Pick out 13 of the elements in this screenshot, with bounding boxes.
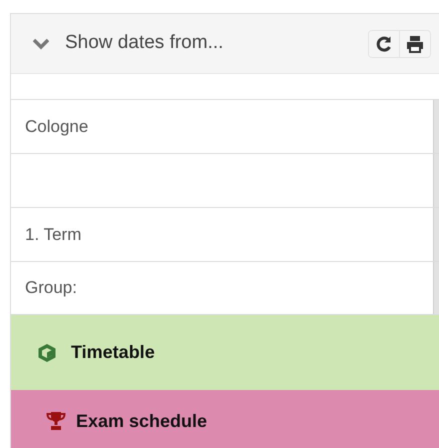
trophy-icon: [46, 411, 66, 431]
select-field[interactable]: Group:: [11, 261, 439, 315]
chevron-down-icon[interactable]: [33, 38, 49, 50]
select-field[interactable]: [11, 153, 439, 207]
print-button[interactable]: [399, 30, 430, 56]
refresh-icon: [375, 34, 393, 52]
cube-icon: [37, 342, 57, 362]
panel-title: Show dates from...: [65, 31, 224, 56]
menu-link[interactable]: Exam schedule: [11, 390, 439, 448]
select-field[interactable]: Cologne: [11, 99, 439, 153]
print-icon: [406, 34, 424, 52]
select-field[interactable]: 1. Term: [11, 207, 439, 261]
menu-link[interactable]: Timetable: [11, 315, 439, 390]
